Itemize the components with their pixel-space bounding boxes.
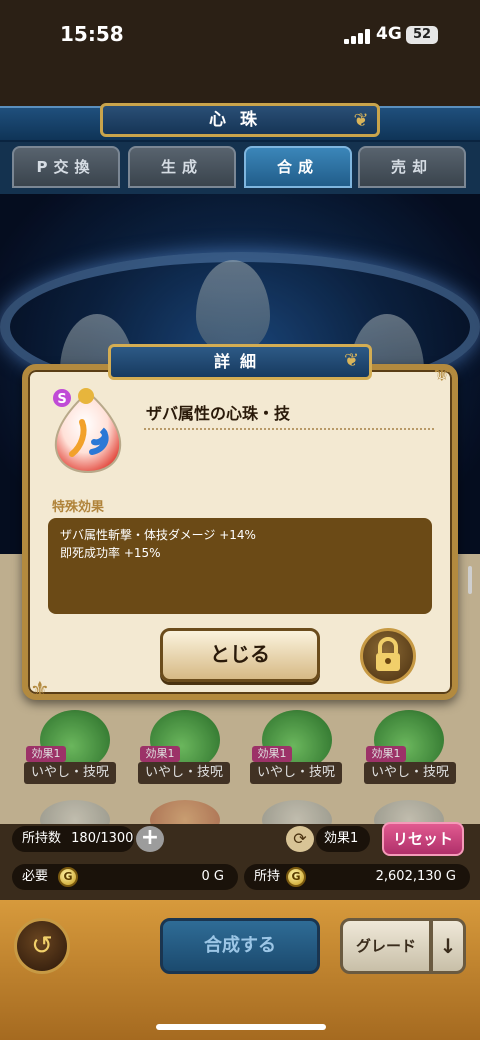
- effect-filter[interactable]: 効果1: [316, 826, 370, 852]
- effect-line: ザバ属性斬撃・体技ダメージ +14%: [60, 528, 256, 542]
- synthesize-button[interactable]: 合成する: [160, 918, 320, 974]
- owned-value: 2,602,130 G: [375, 869, 456, 884]
- effect-list: ザバ属性斬撃・体技ダメージ +14% 即死成功率 +15%: [48, 518, 432, 614]
- count-label: 所持数: [22, 831, 62, 846]
- signal-icon: [344, 28, 370, 44]
- count-value: 180/1300: [71, 831, 134, 846]
- required-label: 必要: [22, 869, 49, 884]
- dialog-title: 詳細: [108, 344, 372, 380]
- close-button[interactable]: とじる: [160, 628, 320, 682]
- lock-button[interactable]: [360, 628, 416, 684]
- count-pill: 所持数 180/1300: [12, 826, 134, 852]
- sort-order-button[interactable]: ↓: [430, 918, 466, 974]
- network-label: 4G: [376, 24, 402, 44]
- tab-sell[interactable]: 売却: [358, 146, 466, 188]
- home-indicator[interactable]: [156, 1024, 326, 1030]
- back-button[interactable]: ↺: [14, 918, 70, 974]
- dialog-ornament-right-icon: ❦: [344, 350, 360, 371]
- tab-p-exchange[interactable]: P交換: [12, 146, 120, 188]
- tab-generate[interactable]: 生成: [128, 146, 236, 188]
- gold-coin-icon: G: [58, 867, 78, 887]
- scrollbar[interactable]: [468, 566, 472, 594]
- corner-flourish-icon: ⚜: [30, 678, 50, 703]
- divider: [144, 428, 434, 430]
- back-arrow-icon: ↺: [31, 931, 53, 961]
- reset-button[interactable]: リセット: [382, 822, 464, 856]
- item-name: ザバ属性の心珠・技: [146, 404, 291, 423]
- battery-icon: 52: [406, 26, 438, 44]
- title-ornament-right-icon: ❦: [353, 110, 369, 131]
- add-capacity-button[interactable]: +: [136, 826, 164, 852]
- required-pill: 必要 0 G: [12, 864, 238, 890]
- grade-badge: S: [57, 392, 66, 407]
- owned-pill: 所持 2,602,130 G: [244, 864, 470, 890]
- page-title: 心珠: [100, 103, 380, 137]
- heart-gem-icon: S: [53, 388, 122, 474]
- status-time: 15:58: [60, 22, 124, 46]
- effect-line: 即死成功率 +15%: [60, 546, 161, 560]
- gold-coin-icon: G: [286, 867, 306, 887]
- special-effect-label: 特殊効果: [52, 500, 105, 515]
- corner-flourish-icon: ⚜: [432, 362, 452, 387]
- grade-sort-button[interactable]: グレード: [340, 918, 432, 974]
- tab-synthesize[interactable]: 合成: [244, 146, 352, 188]
- required-value: 0 G: [201, 869, 224, 884]
- cycle-icon[interactable]: ⟳: [286, 826, 314, 852]
- owned-label: 所持: [254, 869, 281, 884]
- lock-icon: [376, 637, 400, 671]
